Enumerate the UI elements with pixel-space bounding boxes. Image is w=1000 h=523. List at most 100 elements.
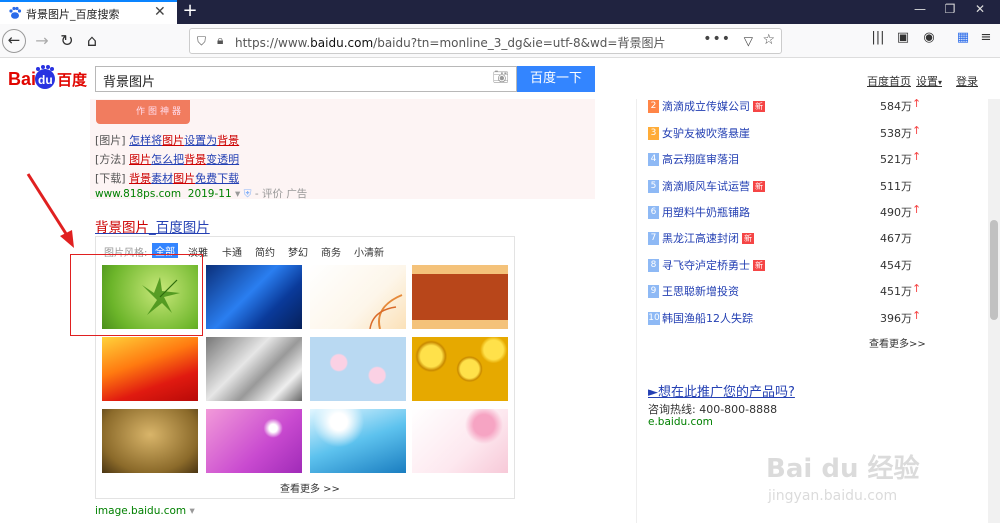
hotlist-title[interactable]: 用塑料牛奶瓶铺路	[662, 206, 750, 219]
reload-icon[interactable]: ↻	[55, 29, 79, 53]
image-thumbnail-white-floral[interactable]	[310, 265, 406, 330]
hotlist-item[interactable]: 7 黑龙江高速封闭新 467万	[648, 230, 938, 250]
hotlist-item[interactable]: 9 王思聪新增投资 451万 ↑	[648, 282, 938, 303]
image-thumbnail-pink-bokeh[interactable]	[206, 409, 302, 473]
image-thumbnail-sunflowers[interactable]	[412, 337, 508, 401]
ad-tag: [下载]	[95, 172, 126, 185]
image-thumbnail-gold-texture[interactable]	[102, 409, 198, 473]
hotlist-item[interactable]: 8 寻飞夺泸定桥勇士新 454万	[648, 257, 938, 277]
rank-badge: 2	[648, 100, 659, 113]
ad-site-url[interactable]: www.818ps.com	[95, 188, 181, 200]
search-query[interactable]: 背景图片	[103, 71, 155, 90]
hotlist-item[interactable]: 3 女驴友被吹落悬崖 538万 ↑	[648, 124, 938, 145]
restore-icon[interactable]: ❐	[935, 2, 965, 16]
bookmark-star-icon[interactable]: ☆	[762, 32, 775, 48]
settings-link[interactable]: 设置▾	[916, 73, 942, 89]
lock-icon[interactable]: 🔒︎	[217, 33, 223, 48]
scrollbar-thumb[interactable]	[990, 220, 998, 320]
promo-url[interactable]: e.baidu.com	[648, 416, 713, 428]
pocket-icon[interactable]: ▽	[744, 34, 753, 48]
verified-icon[interactable]: ⛨	[244, 188, 252, 200]
image-result-footer: image.baidu.com ▾	[95, 505, 195, 517]
account-icon[interactable]: ◉	[919, 30, 939, 45]
image-result-title[interactable]: 背景图片_百度图片	[95, 216, 210, 236]
hotlist-value: 467万	[880, 232, 912, 245]
hotlist-title[interactable]: 韩国渔船12人失踪	[662, 312, 753, 325]
ad-link-2[interactable]: 图片怎么把背景变透明	[129, 153, 239, 166]
trend-up-icon: ↑	[912, 124, 922, 137]
ad-banner-image[interactable]: 作图神器	[96, 100, 190, 124]
hotlist-value: 490万	[880, 206, 912, 219]
address-bar[interactable]: ⛉ 🔒︎ https://www.baidu.com/baidu?tn=monl…	[189, 28, 782, 54]
ad-link-1[interactable]: 怎样将图片设置为背景	[129, 134, 239, 147]
style-tab-cartoon[interactable]: 卡通	[222, 244, 242, 259]
promo-title-link[interactable]: ►想在此推广您的产品吗?	[648, 381, 795, 400]
new-tab-button[interactable]: +	[180, 0, 200, 22]
ad-label: 广告	[286, 188, 308, 200]
trend-up-icon: ↑	[912, 150, 922, 163]
rank-badge: 7	[648, 232, 659, 245]
home-icon[interactable]: ⌂	[80, 29, 104, 53]
page-actions-icon[interactable]: •••	[703, 31, 731, 47]
search-input[interactable]: 背景图片 📷︎	[95, 66, 517, 92]
ad-tag: [方法]	[95, 153, 126, 166]
menu-icon[interactable]: ≡	[976, 30, 996, 45]
hotlist-item[interactable]: 10 韩国渔船12人失踪 396万 ↑	[648, 309, 938, 330]
hotlist-more-link[interactable]: 查看更多>>	[869, 335, 926, 350]
ad-rating[interactable]: - 评价	[255, 188, 283, 200]
selection-highlight-box	[70, 254, 203, 336]
image-thumbnail-blue-sky[interactable]	[310, 409, 406, 473]
style-tab-fresh[interactable]: 小清新	[354, 244, 384, 259]
hotlist-item[interactable]: 2 滴滴成立传媒公司新 584万 ↑	[648, 97, 938, 118]
rank-badge: 4	[648, 153, 659, 166]
library-icon[interactable]: |||	[868, 30, 888, 45]
hotlist-title[interactable]: 王思聪新增投资	[662, 285, 739, 298]
style-tab-dreamy[interactable]: 梦幻	[288, 244, 308, 259]
hotlist-title[interactable]: 女驴友被吹落悬崖	[662, 127, 750, 140]
close-window-icon[interactable]: ✕	[965, 2, 995, 16]
svg-text:百度: 百度	[57, 71, 88, 89]
trend-up-icon: ↑	[912, 203, 922, 216]
close-tab-icon[interactable]: ✕	[154, 4, 166, 20]
new-badge: 新	[753, 101, 765, 112]
tab-active[interactable]: 背景图片_百度搜索 ✕	[0, 0, 177, 24]
tab-strip: 背景图片_百度搜索 ✕ + — ❐ ✕	[0, 0, 1000, 24]
extensions-icon[interactable]: ▦	[953, 30, 973, 45]
hotlist-item[interactable]: 5 滴滴顺风车试运营新 511万	[648, 178, 938, 198]
minimize-icon[interactable]: —	[905, 2, 935, 16]
image-thumbnail-silver[interactable]	[206, 337, 302, 401]
camera-icon[interactable]: 📷︎	[492, 70, 509, 85]
url-text[interactable]: https://www.baidu.com/baidu?tn=monline_3…	[235, 34, 665, 51]
image-thumbnail-orange-banner[interactable]	[412, 265, 508, 329]
hotlist-item[interactable]: 6 用塑料牛奶瓶铺路 490万 ↑	[648, 203, 938, 224]
login-link[interactable]: 登录	[956, 73, 978, 89]
back-button[interactable]: ←	[2, 29, 26, 53]
image-thumbnail-red-waves[interactable]	[102, 337, 198, 401]
forward-button[interactable]: →	[30, 29, 54, 53]
ad-footer: www.818ps.com 2019-11 ▾ ⛨ - 评价 广告	[95, 186, 307, 201]
style-tab-simple[interactable]: 简约	[255, 244, 275, 259]
hotlist-value: 454万	[880, 259, 912, 272]
hotlist-item[interactable]: 4 高云翔庭审落泪 521万 ↑	[648, 150, 938, 171]
image-thumbnail-pastel-stars[interactable]	[310, 337, 406, 401]
promo-hotline: 咨询热线: 400-800-8888	[648, 403, 778, 416]
image-thumbnail-pink-flowers[interactable]	[412, 409, 508, 473]
sidebar-icon[interactable]: ▣	[893, 30, 913, 45]
search-button[interactable]: 百度一下	[517, 66, 595, 92]
ad-link-3[interactable]: 背景素材图片免费下载	[129, 172, 239, 185]
style-tab-business[interactable]: 商务	[321, 244, 341, 259]
hotlist-title[interactable]: 黑龙江高速封闭	[662, 232, 739, 245]
chevron-down-icon[interactable]: ▾	[235, 188, 240, 200]
new-badge: 新	[753, 260, 765, 271]
image-thumbnail-blue[interactable]	[206, 265, 302, 329]
hotlist-title[interactable]: 寻飞夺泸定桥勇士	[662, 259, 750, 272]
baidu-logo[interactable]: Bai du 百度	[8, 65, 90, 93]
baidu-home-link[interactable]: 百度首页	[867, 73, 911, 89]
more-images-link[interactable]: 查看更多 >>	[280, 480, 340, 495]
image-site-url[interactable]: image.baidu.com	[95, 505, 186, 517]
chevron-down-icon[interactable]: ▾	[190, 505, 195, 517]
hotlist-title[interactable]: 滴滴成立传媒公司	[662, 100, 750, 113]
hotlist-title[interactable]: 滴滴顺风车试运营	[662, 180, 750, 193]
hotlist-title[interactable]: 高云翔庭审落泪	[662, 153, 739, 166]
shield-icon[interactable]: ⛉	[197, 34, 206, 49]
